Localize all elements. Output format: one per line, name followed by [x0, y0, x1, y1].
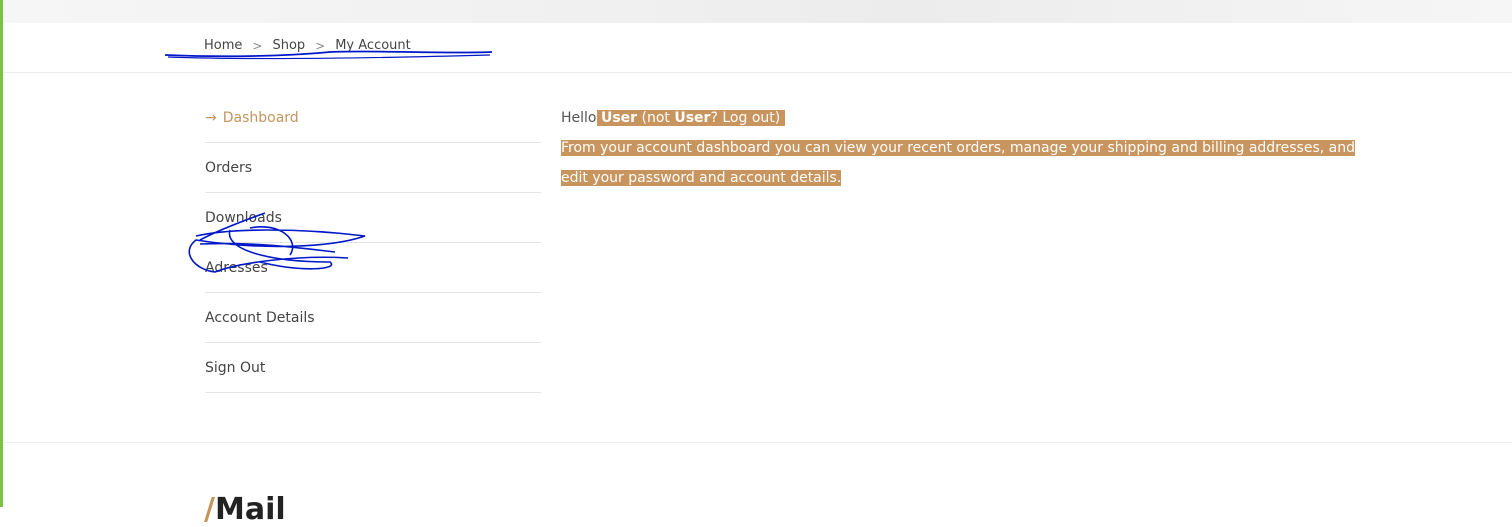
nav-item-label: Adresses	[205, 259, 268, 276]
greeting-question: ?	[710, 110, 718, 126]
breadcrumb-current: My Account	[335, 38, 411, 53]
heading-text: Mail	[214, 492, 286, 527]
breadcrumb-separator-icon: >	[315, 38, 326, 53]
logout-link[interactable]: Log out	[722, 110, 774, 126]
greeting-username-2: User	[674, 110, 711, 126]
nav-item-dashboard[interactable]: → Dashboard	[205, 93, 541, 143]
divider	[3, 442, 1512, 443]
dashboard-description: From your account dashboard you can view…	[561, 133, 1361, 193]
greeting-username: User	[600, 110, 638, 126]
breadcrumb-separator-icon: >	[252, 38, 263, 53]
nav-item-label: Downloads	[205, 209, 282, 226]
nav-item-label: Orders	[205, 159, 253, 176]
window-left-edge	[0, 0, 3, 507]
page-banner	[3, 0, 1512, 23]
dashboard-description-text: From your account dashboard you can view…	[561, 140, 1355, 186]
breadcrumb-home-link[interactable]: Home	[204, 38, 242, 53]
breadcrumb: Home > Shop > My Account	[204, 38, 411, 53]
nav-item-sign-out[interactable]: Sign Out	[205, 343, 541, 393]
dashboard-content: Hello User (not User? Log out) From your…	[561, 103, 1361, 193]
nav-item-label: Dashboard	[222, 109, 299, 126]
nav-item-label: Account Details	[205, 309, 315, 326]
greeting-hello: Hello	[561, 110, 597, 126]
breadcrumb-shop-link[interactable]: Shop	[272, 38, 305, 53]
nav-item-label: Sign Out	[205, 359, 266, 376]
arrow-right-icon: →	[205, 109, 217, 126]
greeting-close-paren: )	[774, 110, 781, 126]
greeting-line: Hello User (not User? Log out)	[561, 103, 1361, 133]
nav-item-orders[interactable]: Orders	[205, 143, 541, 193]
section-heading: /Mail	[204, 492, 286, 527]
nav-item-account-details[interactable]: Account Details	[205, 293, 541, 343]
nav-item-adresses[interactable]: Adresses	[205, 243, 541, 293]
account-navigation: → Dashboard Orders Downloads Adresses Ac…	[205, 93, 541, 393]
divider	[3, 72, 1512, 73]
heading-prefix: /	[204, 492, 215, 527]
breadcrumb-underline-scribble-2	[167, 54, 491, 60]
nav-item-downloads[interactable]: Downloads	[205, 193, 541, 243]
greeting-not: (not	[641, 110, 670, 126]
